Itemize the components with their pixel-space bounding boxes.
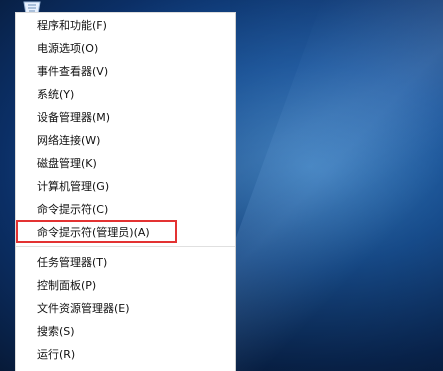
menu-item-label: 系统(Y) bbox=[37, 87, 75, 101]
menu-item-command-prompt[interactable]: 命令提示符(C) bbox=[16, 197, 235, 220]
menu-item-programs-features[interactable]: 程序和功能(F) bbox=[16, 13, 235, 36]
menu-item-label: 网络连接(W) bbox=[37, 133, 101, 147]
menu-item-computer-management[interactable]: 计算机管理(G) bbox=[16, 174, 235, 197]
menu-item-disk-management[interactable]: 磁盘管理(K) bbox=[16, 151, 235, 174]
menu-item-label: 电源选项(O) bbox=[37, 41, 99, 55]
menu-item-power-options[interactable]: 电源选项(O) bbox=[16, 36, 235, 59]
menu-item-control-panel[interactable]: 控制面板(P) bbox=[16, 273, 235, 296]
menu-item-event-viewer[interactable]: 事件查看器(V) bbox=[16, 59, 235, 82]
menu-item-task-manager[interactable]: 任务管理器(T) bbox=[16, 250, 235, 273]
menu-item-label: 搜索(S) bbox=[37, 324, 75, 338]
menu-item-label: 控制面板(P) bbox=[37, 278, 97, 292]
menu-item-label: 计算机管理(G) bbox=[37, 179, 110, 193]
menu-item-label: 程序和功能(F) bbox=[37, 18, 107, 32]
menu-item-label: 文件资源管理器(E) bbox=[37, 301, 130, 315]
menu-item-label: 命令提示符(管理员)(A) bbox=[37, 225, 150, 239]
menu-item-command-prompt-admin[interactable]: 命令提示符(管理员)(A) bbox=[16, 220, 177, 243]
menu-item-run[interactable]: 运行(R) bbox=[16, 342, 235, 365]
menu-item-label: 磁盘管理(K) bbox=[37, 156, 97, 170]
menu-item-label: 任务管理器(T) bbox=[37, 255, 108, 269]
menu-separator bbox=[16, 246, 235, 247]
menu-item-network-connections[interactable]: 网络连接(W) bbox=[16, 128, 235, 151]
menu-item-label: 事件查看器(V) bbox=[37, 64, 109, 78]
menu-item-file-explorer[interactable]: 文件资源管理器(E) bbox=[16, 296, 235, 319]
menu-item-search[interactable]: 搜索(S) bbox=[16, 319, 235, 342]
menu-item-system[interactable]: 系统(Y) bbox=[16, 82, 235, 105]
menu-item-label: 运行(R) bbox=[37, 347, 76, 361]
menu-item-label: 命令提示符(C) bbox=[37, 202, 109, 216]
menu-item-label: 设备管理器(M) bbox=[37, 110, 111, 124]
menu-item-device-manager[interactable]: 设备管理器(M) bbox=[16, 105, 235, 128]
quick-link-menu: 程序和功能(F) 电源选项(O) 事件查看器(V) 系统(Y) 设备管理器(M)… bbox=[15, 12, 236, 371]
